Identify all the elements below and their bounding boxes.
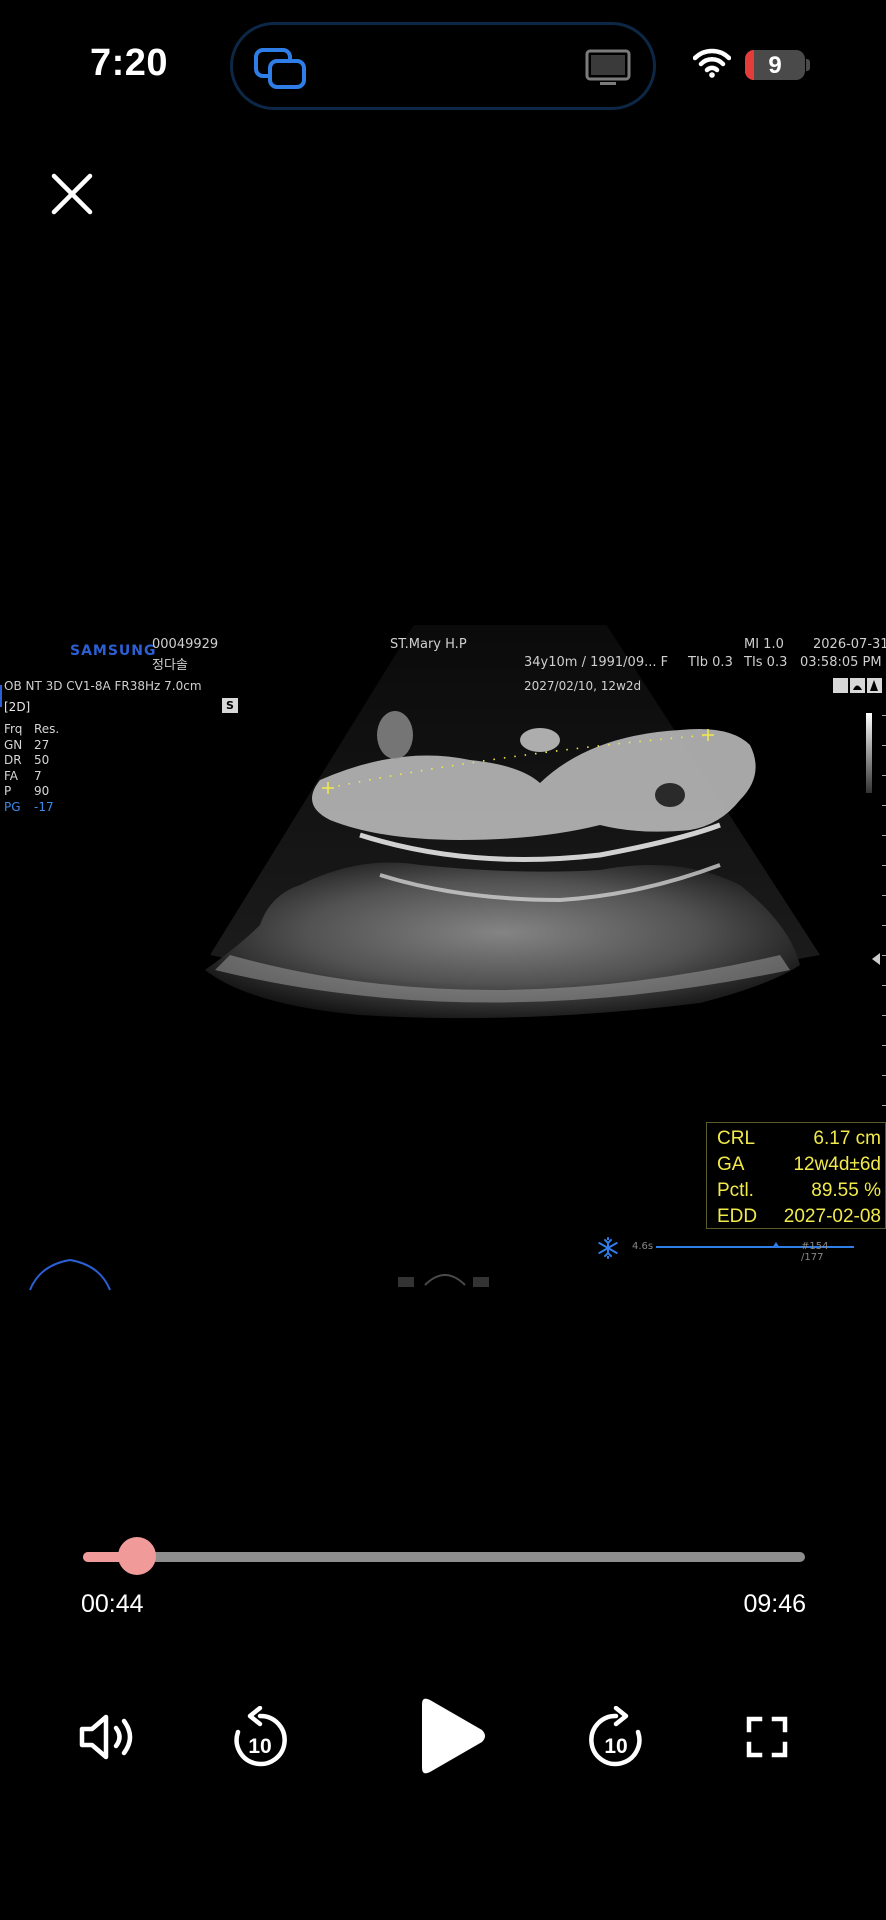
depth-tick: [882, 715, 886, 716]
cine-frame: #154 /177: [801, 1241, 829, 1263]
param-key: PG: [4, 799, 21, 814]
wifi-icon: [693, 48, 731, 78]
param-row: P 90: [4, 784, 59, 800]
measurement-key: CRL: [717, 1128, 756, 1149]
forward-10-icon[interactable]: 10: [586, 1706, 646, 1770]
param-key: P: [4, 784, 12, 798]
lmp-line: 2027/02/10, 12w2d: [524, 679, 642, 693]
depth-tick: [882, 745, 886, 746]
depth-tick: [882, 865, 886, 866]
total-time: 09:46: [743, 1590, 806, 1618]
param-row: Frq Res.: [4, 722, 59, 738]
screen-icons: [833, 678, 882, 693]
exam-date: 2026-07-31: [813, 637, 886, 652]
progress-thumb[interactable]: [118, 1537, 156, 1575]
measurement-value: 2027-02-08: [783, 1206, 881, 1227]
measurement-key: Pctl.: [717, 1180, 754, 1201]
close-icon[interactable]: [48, 170, 96, 218]
screen-mirror-icon: [254, 48, 306, 89]
depth-tick: [882, 835, 886, 836]
battery-level: 9: [768, 52, 782, 79]
gray-scale-bar: [866, 713, 872, 793]
patient-info: 34y10m / 1991/09... F: [524, 655, 669, 670]
measurement-value: 6.17 cm: [813, 1128, 881, 1149]
current-time: 00:44: [81, 1590, 144, 1618]
param-row: PG -17: [4, 800, 59, 816]
param-key: DR: [4, 753, 22, 767]
param-key: Frq: [4, 722, 23, 736]
measurement-row: EDD 2027-02-08: [717, 1206, 881, 1232]
measurement-row: CRL 6.17 cm: [717, 1128, 881, 1154]
mode-line: OB NT 3D CV1-8A FR38Hz 7.0cm: [4, 679, 202, 693]
tv-icon: [585, 49, 631, 85]
param-row: GN 27: [4, 738, 59, 754]
volume-icon[interactable]: [78, 1712, 140, 1762]
s-badge: S: [222, 698, 238, 713]
play-icon[interactable]: [416, 1694, 488, 1778]
depth-tick: [882, 895, 886, 896]
cine-time: 4.6s: [632, 1241, 654, 1252]
depth-tick: [882, 955, 886, 956]
patient-id: 00049929: [152, 637, 219, 652]
patient-name: 정다솔: [152, 658, 188, 673]
measurement-value: 12w4d±6d: [793, 1154, 881, 1175]
depth-scale: [882, 715, 886, 1125]
battery-icon: 9: [745, 50, 805, 80]
snowflake-icon: [598, 1237, 618, 1259]
measurement-box: CRL 6.17 cm GA 12w4d±6d Pctl. 89.55 % EDD 20…: [706, 1122, 886, 1229]
progress-bar[interactable]: [83, 1552, 805, 1562]
param-value: 27: [34, 737, 50, 752]
measurement-value: 89.55 %: [811, 1180, 881, 1201]
tis-value: TIs 0.3: [744, 655, 788, 670]
status-time: 7:20: [90, 42, 169, 84]
dynamic-island[interactable]: [230, 22, 656, 110]
depth-tick: [882, 1105, 886, 1106]
param-key: GN: [4, 737, 23, 752]
depth-tick: [882, 925, 886, 926]
measurement-key: GA: [717, 1154, 745, 1175]
measurement-row: GA 12w4d±6d: [717, 1154, 881, 1180]
mi-value: MI 1.0: [744, 637, 784, 652]
depth-tick: [882, 805, 886, 806]
depth-tick: [882, 1045, 886, 1046]
tib-value: TIb 0.3: [688, 655, 733, 670]
exam-time: 03:58:05 PM: [800, 655, 882, 670]
mode-label: [2D]: [4, 700, 31, 714]
status-bar: 7:20 9: [0, 0, 886, 130]
video-frame[interactable]: SAMSUNG 00049929 정다솔 ST.Mary H.P MI 1.0 …: [0, 625, 886, 1293]
measurement-key: EDD: [717, 1206, 758, 1227]
depth-tick: [882, 1075, 886, 1076]
rewind-seconds: 10: [248, 1735, 271, 1758]
rewind-10-icon[interactable]: 10: [230, 1706, 290, 1770]
fullscreen-icon[interactable]: [746, 1716, 788, 1758]
depth-tick: [882, 1015, 886, 1016]
param-value: Res.: [34, 722, 60, 736]
param-value: -17: [34, 799, 54, 814]
param-value: 50: [34, 753, 50, 767]
param-list: Frq Res. GN 27 DR 50 FA 7 P 90 PG -17: [4, 722, 59, 815]
param-key: FA: [4, 768, 19, 783]
param-row: DR 50: [4, 753, 59, 769]
brand-logo: SAMSUNG: [70, 643, 157, 659]
forward-seconds: 10: [604, 1735, 627, 1758]
hospital-name: ST.Mary H.P: [390, 637, 467, 652]
battery-tip: [806, 59, 810, 71]
measurement-row: Pctl. 89.55 %: [717, 1180, 881, 1206]
param-value: 90: [34, 784, 50, 798]
depth-tick: [882, 985, 886, 986]
param-value: 7: [34, 768, 42, 783]
depth-tick: [882, 775, 886, 776]
param-row: FA 7: [4, 769, 59, 785]
